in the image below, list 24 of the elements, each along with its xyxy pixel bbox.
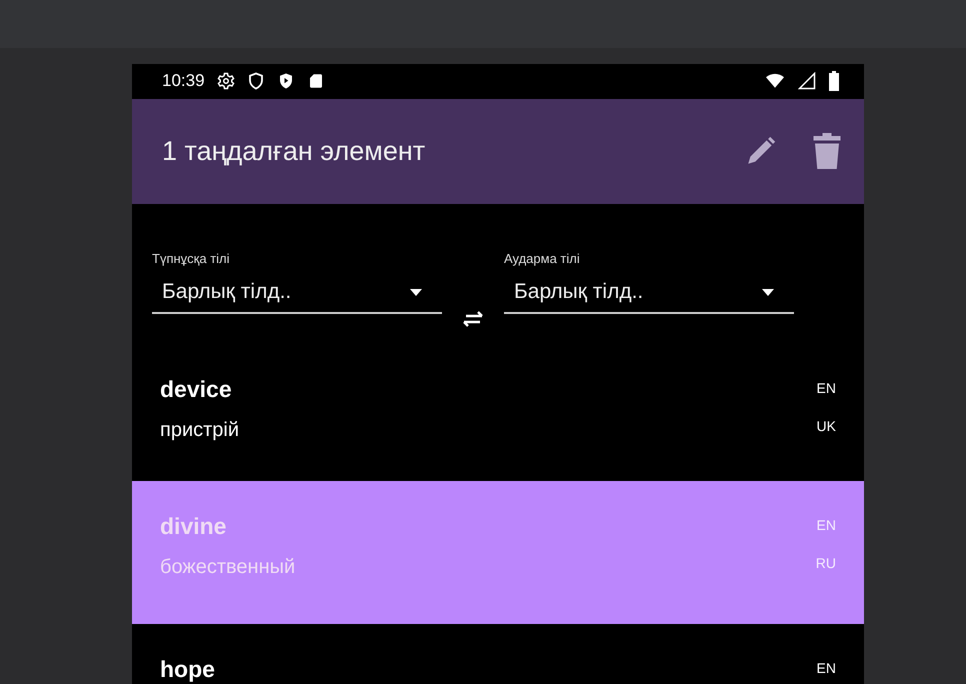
word-term: hope — [160, 656, 215, 683]
app-bar-title: 1 таңдалған элемент — [162, 136, 426, 167]
wifi-icon — [764, 72, 786, 90]
gear-icon — [216, 72, 235, 90]
filter-label: Түпнұсқа тілі — [152, 251, 231, 266]
language-code: EN — [816, 517, 836, 533]
language-code: EN — [816, 380, 836, 396]
language-dropdown[interactable]: Барлық тілд.. — [152, 280, 442, 314]
filter-label: Аударма тілі — [504, 251, 581, 266]
delete-icon[interactable] — [812, 133, 842, 170]
word-translation: божественный — [160, 556, 296, 579]
status-time: 10:39 — [162, 71, 205, 92]
language-code: EN — [816, 660, 836, 676]
shield-icon — [246, 72, 265, 90]
word-translation: пристрій — [160, 419, 240, 442]
signal-icon — [798, 72, 816, 90]
word-term: divine — [160, 513, 228, 540]
language-dropdown[interactable]: Барлық тілд.. — [504, 280, 794, 314]
language-code: RU — [816, 555, 836, 571]
language-code: UK — [816, 418, 836, 434]
battery-icon — [828, 71, 840, 92]
dropdown-arrow-icon — [762, 288, 774, 296]
word-term: device — [160, 376, 233, 403]
dropdown-arrow-icon — [410, 288, 422, 296]
